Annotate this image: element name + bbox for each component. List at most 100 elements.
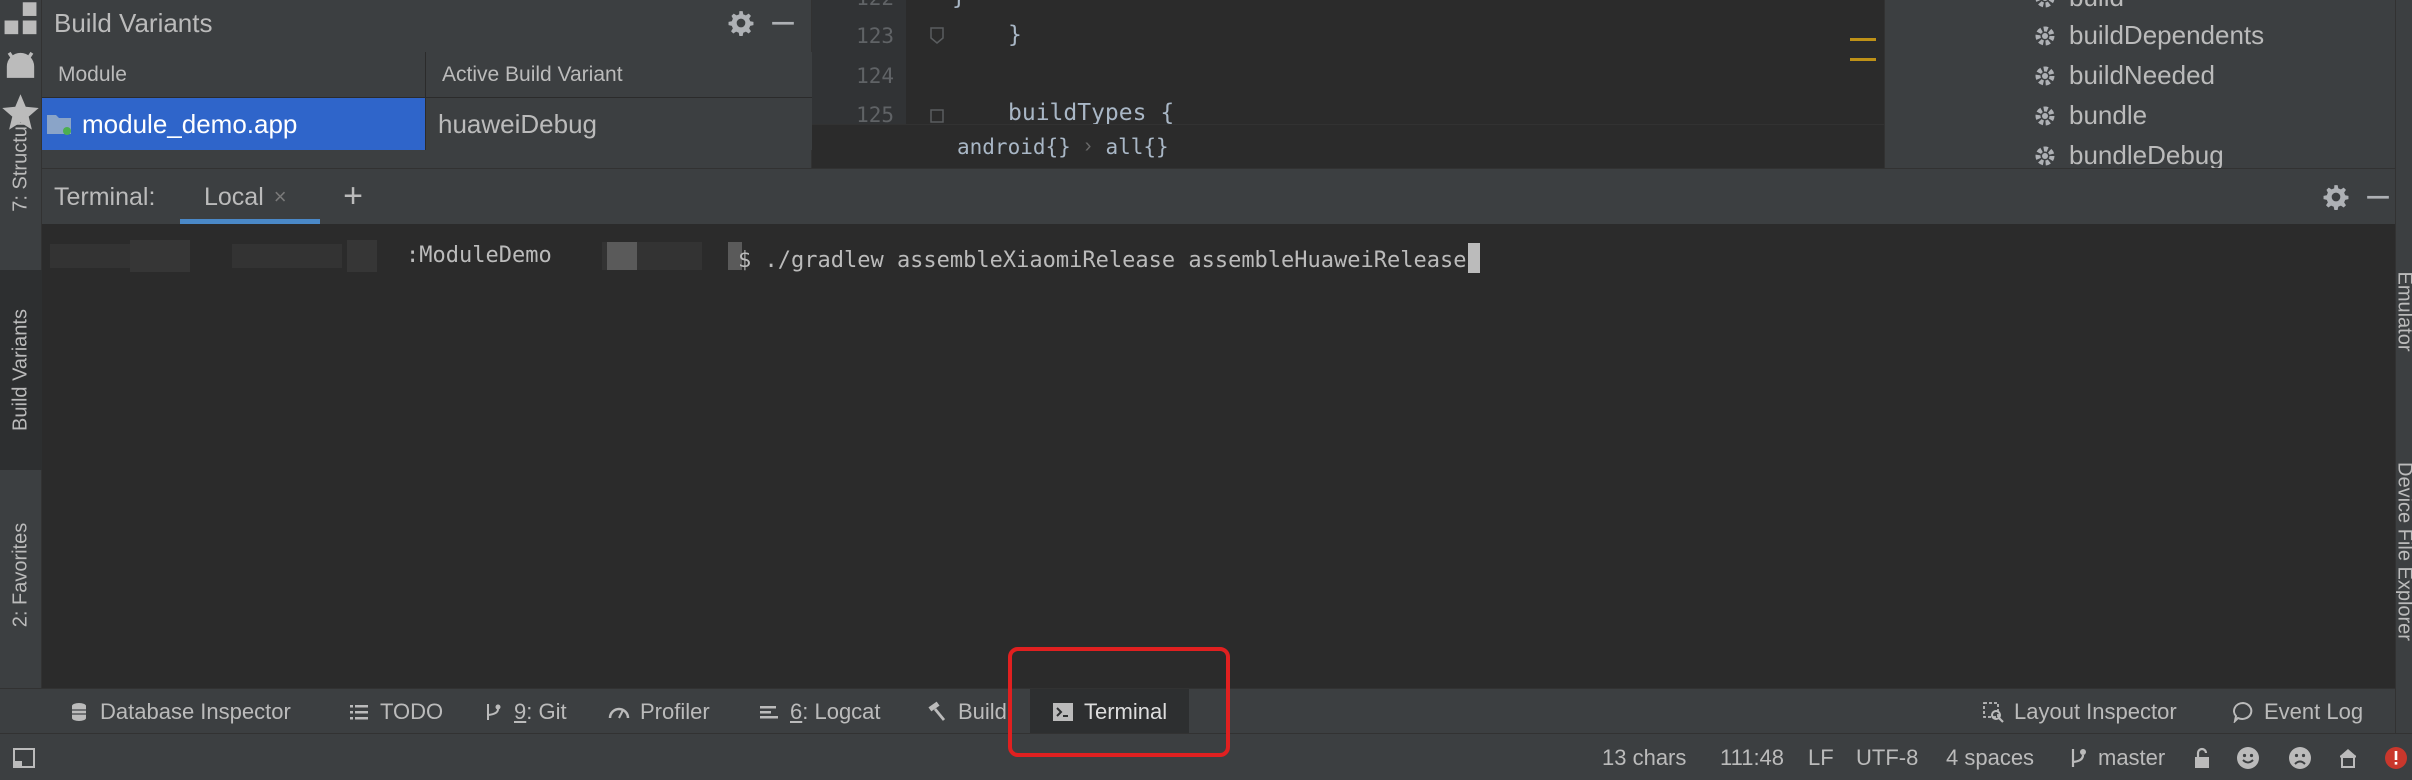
- breadcrumb-item[interactable]: all{}: [1105, 135, 1168, 159]
- todo-button[interactable]: TODO: [348, 689, 443, 734]
- redacted-block: [50, 244, 130, 268]
- database-inspector-button[interactable]: Database Inspector: [68, 689, 291, 734]
- variant-cell[interactable]: huaweiDebug: [426, 98, 812, 150]
- gradle-task[interactable]: build: [2033, 0, 2124, 13]
- device-file-explorer-tab[interactable]: Device File Explorer: [2396, 462, 2412, 641]
- panel-toggle-icon: [13, 747, 35, 768]
- right-tool-strip: Emulator Device File Explorer: [2395, 0, 2412, 733]
- logcat-label: : Logcat: [802, 698, 881, 724]
- git-branch-icon: [2071, 748, 2086, 767]
- column-header-module[interactable]: Module: [42, 52, 426, 97]
- table-row[interactable]: module_demo.app huaweiDebug: [42, 98, 812, 150]
- layout-inspector-label: Layout Inspector: [2014, 698, 2177, 724]
- list-icon: [350, 704, 368, 719]
- line-separator[interactable]: LF: [1808, 734, 1834, 780]
- logcat-icon: [760, 705, 778, 718]
- emulator-tab[interactable]: Emulator: [2396, 271, 2412, 351]
- speech-bubble-icon: [2233, 701, 2253, 723]
- text-cursor: [1468, 243, 1481, 273]
- gear-icon: [2035, 0, 2055, 7]
- gradle-task-label: buildNeeded: [2069, 60, 2216, 90]
- tab-local-label: Local: [204, 182, 264, 211]
- tool-windows-toggle[interactable]: [12, 734, 36, 780]
- git-branch-widget[interactable]: master: [2066, 734, 2165, 780]
- feedback-widget[interactable]: [2288, 734, 2312, 780]
- error-stripe-marker[interactable]: [1850, 38, 1876, 41]
- gradle-task[interactable]: bundleDebug: [2033, 140, 2224, 168]
- code-editor[interactable]: 122 123 124 125 } } buildTypes { android…: [812, 0, 1884, 168]
- gradle-task[interactable]: buildNeeded: [2033, 60, 2215, 91]
- file-encoding[interactable]: UTF-8: [1856, 734, 1918, 780]
- build-variants-title: Build Variants: [54, 7, 213, 38]
- event-log-label: Event Log: [2264, 698, 2364, 724]
- redacted-block: [232, 244, 342, 268]
- fold-marker-icon[interactable]: [929, 108, 945, 124]
- inspection-widget[interactable]: [2236, 734, 2260, 780]
- terminal-header: Terminal: Local × +: [42, 168, 2395, 224]
- gear-icon: [2035, 106, 2055, 125]
- structure-tab-label: 7: Structure: [9, 108, 32, 212]
- redacted-block: [130, 240, 190, 272]
- highlight-annotation: [1008, 647, 1230, 757]
- git-button[interactable]: 9: Git: [482, 689, 567, 734]
- indent-setting[interactable]: 4 spaces: [1946, 734, 2034, 780]
- structure-icon: [4, 2, 37, 35]
- unlock-icon: [2195, 747, 2209, 768]
- build-variants-panel: Build Variants Module Active Build Varia…: [42, 0, 812, 168]
- gear-icon: [2035, 26, 2055, 45]
- module-cell[interactable]: module_demo.app: [42, 98, 426, 150]
- terminal-output[interactable]: :ModuleDemo $ ./gradlew assembleXiaomiRe…: [42, 224, 2395, 688]
- build-variants-table: Module Active Build Variant module_demo.…: [42, 52, 812, 150]
- tab-local[interactable]: Local ×: [180, 169, 320, 225]
- minimize-icon[interactable]: [2365, 184, 2391, 210]
- gear-icon: [2035, 66, 2055, 85]
- add-tab-button[interactable]: +: [336, 179, 370, 213]
- minimize-icon[interactable]: [770, 10, 796, 36]
- line-number: 124: [856, 64, 894, 88]
- layout-inspector-icon: [1983, 701, 2004, 723]
- profiler-gauge-icon: [608, 707, 630, 718]
- fold-marker-icon[interactable]: [929, 26, 945, 44]
- lock-widget[interactable]: [2190, 734, 2214, 780]
- branch-name: master: [2098, 744, 2166, 770]
- column-header-active-build-variant[interactable]: Active Build Variant: [426, 52, 812, 97]
- left-tool-strip: 7: Structure Build Variants 2: Favorites: [0, 0, 42, 733]
- event-log-button[interactable]: Event Log: [2232, 689, 2363, 734]
- build-variants-tab-label: Build Variants: [9, 309, 32, 431]
- build-variants-tab[interactable]: Build Variants: [0, 270, 42, 470]
- close-icon[interactable]: ×: [274, 184, 287, 210]
- favorites-tab-label: 2: Favorites: [9, 522, 32, 628]
- gradle-task[interactable]: buildDependents: [2033, 20, 2264, 51]
- redacted-block: [607, 242, 637, 270]
- profiler-button[interactable]: Profiler: [608, 689, 710, 734]
- favorites-tab[interactable]: 2: Favorites: [0, 500, 42, 650]
- git-branch-icon: [487, 703, 501, 720]
- structure-tab[interactable]: 7: Structure: [0, 70, 42, 250]
- redacted-block: [347, 240, 377, 272]
- breadcrumb-item[interactable]: android{}: [957, 135, 1071, 159]
- breadcrumb-separator-icon: ›: [1084, 135, 1092, 157]
- build-button[interactable]: Build: [926, 689, 1010, 734]
- profiler-label: Profiler: [640, 698, 710, 724]
- code-line: }: [952, 0, 966, 10]
- selection-chars[interactable]: 13 chars: [1602, 734, 1686, 780]
- layout-inspector-button[interactable]: Layout Inspector: [1982, 689, 2177, 734]
- error-stripe-marker[interactable]: [1850, 58, 1876, 61]
- error-indicator[interactable]: [2384, 734, 2408, 780]
- git-shortcut: 9: [514, 698, 527, 724]
- terminal-command: $ ./gradlew assembleXiaomiRelease assemb…: [738, 243, 1481, 273]
- line-number: 123: [856, 24, 894, 48]
- gear-icon[interactable]: [2323, 184, 2349, 210]
- sad-face-icon: [2289, 746, 2311, 769]
- module-name: module_demo.app: [82, 108, 298, 139]
- database-inspector-label: Database Inspector: [100, 698, 291, 724]
- gear-icon[interactable]: [728, 10, 754, 36]
- logcat-button[interactable]: 6: Logcat: [758, 689, 881, 734]
- happy-face-icon: [2237, 746, 2259, 769]
- code-line: }: [1008, 22, 1022, 48]
- code-inspector-widget[interactable]: [2336, 734, 2360, 780]
- gradle-task[interactable]: bundle: [2033, 100, 2147, 131]
- caret-position[interactable]: 111:48: [1720, 734, 1784, 780]
- git-label: : Git: [526, 698, 567, 724]
- build-label: Build: [958, 698, 1007, 724]
